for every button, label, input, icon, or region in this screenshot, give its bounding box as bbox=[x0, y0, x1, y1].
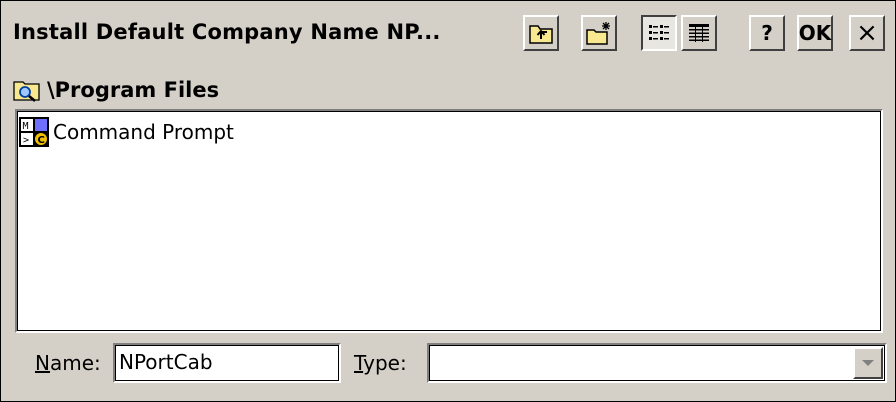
command-prompt-icon: M > C bbox=[19, 117, 49, 147]
svg-text:M: M bbox=[23, 121, 29, 132]
path-label: \Program Files bbox=[47, 78, 220, 102]
name-label-text: ame: bbox=[49, 351, 101, 375]
name-label: Name: bbox=[35, 351, 101, 375]
type-dropdown[interactable] bbox=[427, 343, 887, 383]
new-folder-button[interactable] bbox=[581, 15, 617, 51]
type-dropdown-button[interactable] bbox=[853, 347, 883, 379]
name-field[interactable]: NPortCab bbox=[113, 343, 341, 383]
list-item-label: Command Prompt bbox=[53, 120, 234, 144]
new-folder-icon bbox=[586, 22, 610, 45]
list-item[interactable]: M > C Command Prompt bbox=[19, 117, 234, 147]
file-list[interactable]: M > C Command Prompt bbox=[15, 109, 883, 333]
svg-text:C: C bbox=[38, 135, 45, 146]
chevron-down-icon bbox=[862, 360, 874, 366]
type-label: Type: bbox=[354, 351, 407, 375]
details-view-icon bbox=[689, 24, 709, 42]
install-dialog-window: Install Default Company Name NP... ? OK … bbox=[0, 0, 896, 402]
window-title: Install Default Company Name NP... bbox=[13, 20, 441, 44]
close-button[interactable]: × bbox=[849, 15, 885, 51]
details-view-button[interactable] bbox=[681, 15, 717, 51]
up-folder-button[interactable] bbox=[523, 15, 559, 51]
title-bar: Install Default Company Name NP... ? OK … bbox=[1, 1, 895, 69]
list-view-icon bbox=[649, 25, 669, 40]
folder-search-icon bbox=[13, 81, 40, 102]
type-label-text: ype: bbox=[363, 351, 407, 375]
ok-button[interactable]: OK bbox=[797, 15, 833, 51]
name-field-value: NPortCab bbox=[119, 350, 213, 374]
up-folder-icon bbox=[529, 25, 553, 44]
svg-text:>: > bbox=[23, 135, 29, 146]
name-label-hotkey: N bbox=[35, 351, 50, 375]
list-view-button[interactable] bbox=[641, 15, 677, 51]
type-label-hotkey: T bbox=[354, 351, 364, 375]
help-button[interactable]: ? bbox=[749, 15, 785, 51]
current-path: \Program Files bbox=[13, 76, 219, 104]
